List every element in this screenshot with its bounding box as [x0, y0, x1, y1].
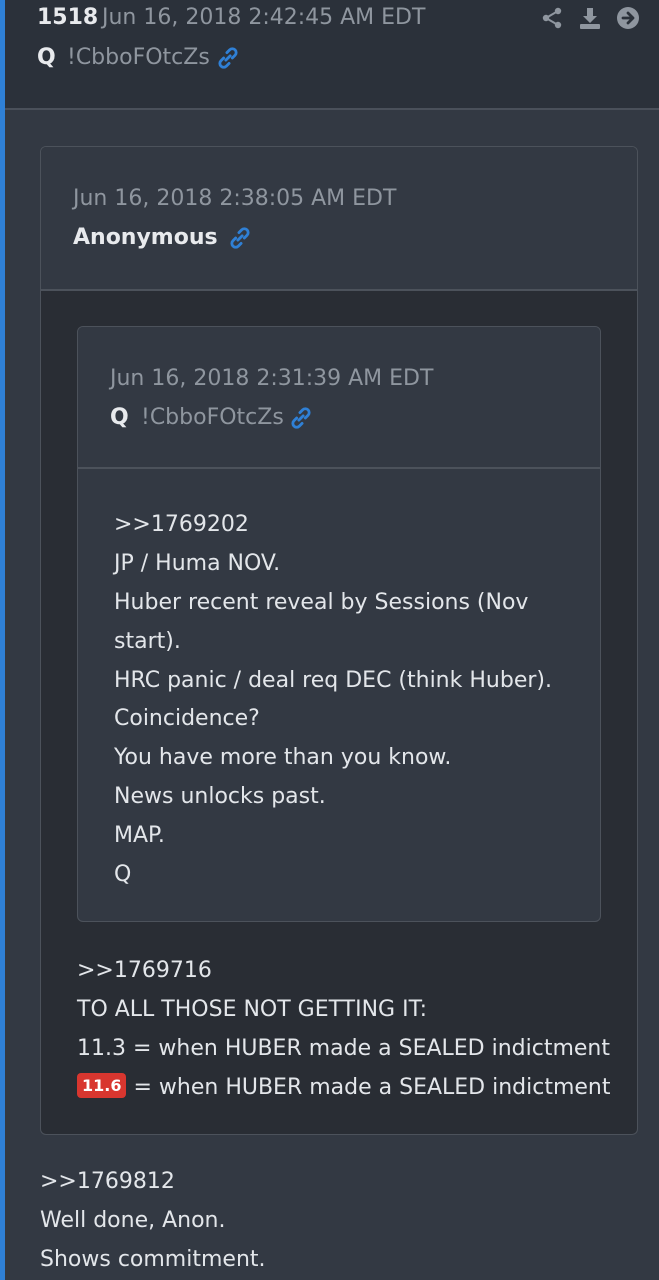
post-line: You have more than you know. — [114, 745, 452, 771]
nested-post-author: Q — [110, 405, 129, 430]
post-line[interactable]: >>1769716 — [77, 952, 611, 991]
download-icon[interactable] — [578, 6, 602, 30]
nested-post-tripcode: !CbboFOtcZs — [141, 405, 284, 430]
nested-post-date: Jun 16, 2018 2:31:39 AM EDT — [110, 366, 434, 391]
nested-post-header: Jun 16, 2018 2:31:39 AM EDT Q !CbboFOtcZ… — [78, 327, 600, 469]
arrow-circle-right-icon[interactable] — [616, 6, 640, 30]
nested-post-body: >>1769202 JP / Huma NOV. Huber recent re… — [114, 506, 552, 895]
quoted-post-header: Jun 16, 2018 2:38:05 AM EDT Anonymous — [41, 147, 637, 291]
link-icon[interactable] — [227, 225, 253, 251]
post-line: News unlocks past. — [114, 784, 326, 810]
post-author: Q — [37, 45, 56, 70]
post-tripcode: !CbboFOtcZs — [67, 45, 210, 70]
link-icon[interactable] — [288, 405, 314, 431]
post-date: Jun 16, 2018 2:42:45 AM EDT — [102, 5, 426, 30]
post-line: MAP. — [114, 823, 165, 849]
post-line: Shows commitment. — [40, 1246, 266, 1272]
quoted-post-date: Jun 16, 2018 2:38:05 AM EDT — [73, 186, 397, 211]
post-line: HRC panic / deal req DEC (think Huber). — [114, 667, 552, 693]
post-number[interactable]: 1518 — [37, 5, 98, 30]
post-line: Well done, Anon. — [40, 1207, 226, 1233]
post-line: start). — [114, 628, 181, 654]
post-header: 1518 Jun 16, 2018 2:42:45 AM EDT Q !Cbbo… — [5, 0, 659, 110]
post-line[interactable]: >>1769812 — [40, 1163, 266, 1202]
nested-quoted-post: Jun 16, 2018 2:31:39 AM EDT Q !CbboFOtcZ… — [77, 326, 601, 922]
post-line-text: = when HUBER made a SEALED indictment — [126, 1074, 611, 1100]
accent-bar — [0, 0, 5, 1280]
post-line: Coincidence? — [114, 706, 260, 732]
post-line[interactable]: >>1769202 — [114, 506, 552, 545]
quoted-post-body: >>1769716 TO ALL THOSE NOT GETTING IT: 1… — [77, 952, 611, 1108]
post-line: JP / Huma NOV. — [114, 550, 281, 576]
share-icon[interactable] — [540, 6, 564, 30]
post-line-with-badge: 11.6 = when HUBER made a SEALED indictme… — [77, 1069, 611, 1108]
post-line: Huber recent reveal by Sessions (Nov — [114, 589, 529, 615]
post-body: >>1769812 Well done, Anon. Shows commitm… — [40, 1163, 266, 1280]
post-line: Q — [114, 862, 132, 888]
link-icon[interactable] — [215, 45, 241, 71]
quoted-post-author: Anonymous — [73, 225, 218, 250]
post-line: TO ALL THOSE NOT GETTING IT: — [77, 996, 428, 1022]
date-badge: 11.6 — [77, 1073, 127, 1099]
quoted-post: Jun 16, 2018 2:38:05 AM EDT Anonymous Ju… — [40, 146, 638, 1135]
post-line: 11.3 = when HUBER made a SEALED indictme… — [77, 1035, 611, 1061]
